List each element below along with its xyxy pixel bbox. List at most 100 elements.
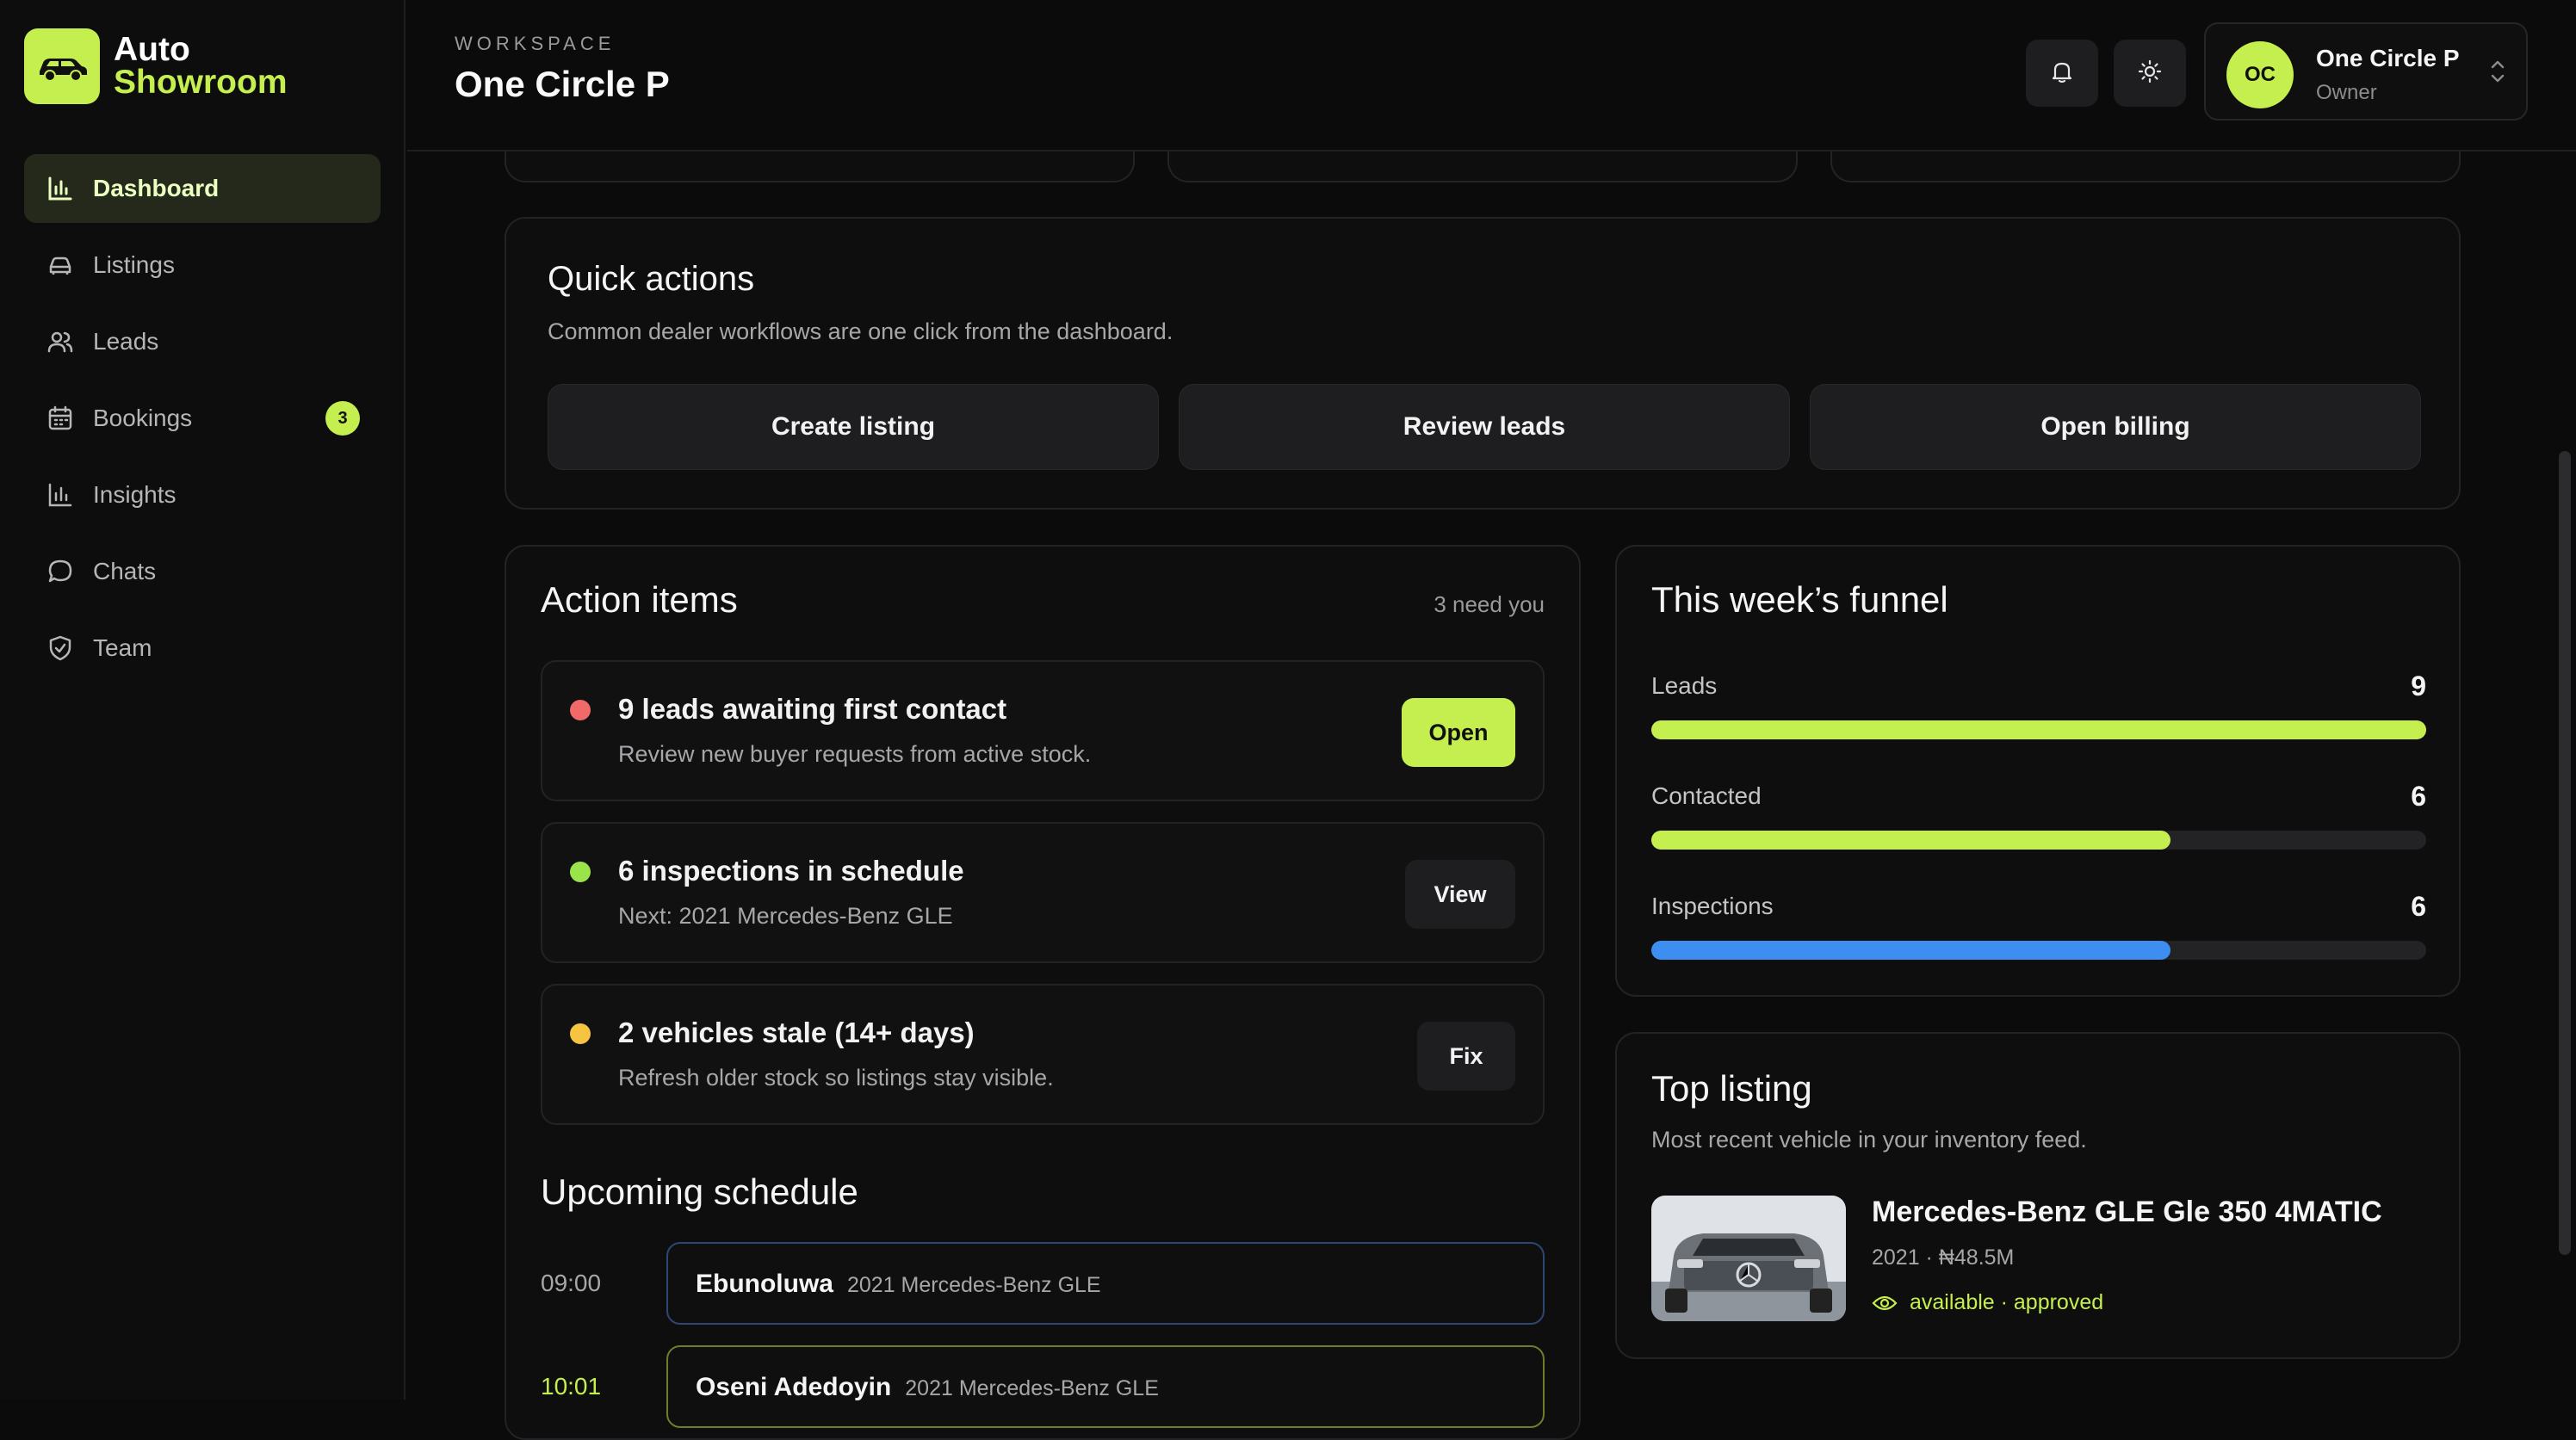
user-name: One Circle P (2316, 45, 2460, 71)
quick-actions-card: Quick actions Common dealer workflows ar… (505, 217, 2461, 510)
sidebar-item-label: Bookings (93, 405, 193, 431)
app-logo[interactable]: Auto Showroom (24, 28, 288, 104)
shield-check-icon (45, 633, 76, 664)
sidebar-item-label: Insights (93, 481, 176, 508)
sidebar-item-bookings[interactable]: Bookings 3 (24, 384, 381, 453)
vehicle-name[interactable]: Mercedes-Benz GLE Gle 350 4MATIC (1872, 1196, 2382, 1229)
funnel-label: Inspections (1651, 893, 1774, 919)
status-dot (570, 862, 591, 882)
action-item: 2 vehicles stale (14+ days) Refresh olde… (541, 984, 1545, 1125)
create-listing-button[interactable]: Create listing (548, 384, 1159, 470)
sidebar-item-chats[interactable]: Chats (24, 537, 381, 606)
chevron-up-down-icon (2488, 57, 2507, 90)
top-listing-card: Top listing Most recent vehicle in your … (1615, 1032, 2461, 1359)
bell-icon (2049, 59, 2075, 89)
quick-actions-subtitle: Common dealer workflows are one click fr… (548, 318, 1173, 344)
funnel-bar-track (1651, 941, 2426, 960)
schedule-time: 10:01 (541, 1373, 602, 1400)
car-icon (45, 250, 76, 281)
page-scrollbar[interactable] (2559, 451, 2571, 1255)
schedule-entry[interactable]: Oseni Adedoyin 2021 Mercedes-Benz GLE (666, 1345, 1545, 1428)
schedule-vehicle: 2021 Mercedes-Benz GLE (847, 1273, 1101, 1297)
funnel-value: 6 (2411, 891, 2426, 922)
action-items-card: Action items 3 need you 9 leads awaiting… (505, 545, 1581, 1440)
sidebar-item-label: Leads (93, 328, 159, 355)
action-items-count: 3 need you (1434, 591, 1545, 617)
funnel-label: Contacted (1651, 782, 1762, 809)
vehicle-thumbnail[interactable] (1651, 1196, 1846, 1321)
sidebar-nav: Dashboard Listings Leads Bookings 3 Insi… (24, 154, 381, 690)
top-listing-subtitle: Most recent vehicle in your inventory fe… (1651, 1127, 2087, 1153)
open-button[interactable]: Open (1402, 698, 1515, 767)
funnel-bar-track (1651, 831, 2426, 850)
sidebar-item-team[interactable]: Team (24, 614, 381, 683)
funnel-card: This week’s funnel Leads 9 Contacted 6 I… (1615, 545, 2461, 997)
funnel-row: Inspections 6 (1651, 891, 2426, 960)
funnel-bar-fill (1651, 831, 2170, 850)
funnel-row: Contacted 6 (1651, 781, 2426, 850)
review-leads-button[interactable]: Review leads (1179, 384, 1790, 470)
sidebar-item-listings[interactable]: Listings (24, 231, 381, 300)
upcoming-schedule-title: Upcoming schedule (541, 1171, 858, 1212)
schedule-time: 09:00 (541, 1270, 602, 1296)
funnel-value: 9 (2411, 671, 2426, 701)
sidebar-item-label: Chats (93, 558, 157, 584)
logo-line-1: Auto (114, 31, 190, 68)
sidebar-item-dashboard[interactable]: Dashboard (24, 154, 381, 223)
bookings-count-badge: 3 (325, 401, 360, 436)
sidebar-item-label: Team (93, 634, 152, 661)
funnel-row: Leads 9 (1651, 671, 2426, 739)
action-item-title: 9 leads awaiting first contact (618, 693, 1007, 725)
schedule-customer-name: Oseni Adedoyin (696, 1373, 892, 1401)
vehicle-status: available · approved (1872, 1290, 2103, 1315)
view-button[interactable]: View (1405, 860, 1515, 929)
funnel-bar-fill (1651, 720, 2426, 739)
funnel-title: This week’s funnel (1651, 579, 1948, 620)
sidebar-item-insights[interactable]: Insights (24, 460, 381, 529)
action-item-title: 6 inspections in schedule (618, 855, 964, 887)
calendar-icon (45, 403, 76, 434)
eye-icon (1872, 1294, 1898, 1313)
users-icon (45, 326, 76, 357)
schedule-entry[interactable]: Ebunoluwa 2021 Mercedes-Benz GLE (666, 1242, 1545, 1325)
sun-icon (2137, 59, 2163, 89)
funnel-label: Leads (1651, 672, 1718, 699)
theme-toggle-button[interactable] (2114, 40, 2186, 107)
sidebar-item-label: Listings (93, 251, 175, 278)
quick-actions-title: Quick actions (548, 260, 755, 298)
fix-button[interactable]: Fix (1417, 1022, 1515, 1091)
status-dot (570, 1023, 591, 1044)
action-item: 9 leads awaiting first contact Review ne… (541, 660, 1545, 801)
funnel-bar-fill (1651, 941, 2170, 960)
bar-chart-icon (45, 479, 76, 510)
bar-chart-icon (45, 173, 76, 204)
status-dot (570, 700, 591, 720)
chat-bubble-icon (45, 556, 76, 587)
schedule-vehicle: 2021 Mercedes-Benz GLE (905, 1376, 1159, 1400)
avatar: OC (2226, 41, 2294, 108)
action-items-title: Action items (541, 579, 738, 620)
workspace-name: One Circle P (455, 64, 670, 104)
user-menu[interactable]: OC One Circle P Owner (2204, 22, 2528, 121)
sidebar-item-label: Dashboard (93, 175, 220, 201)
action-item: 6 inspections in schedule Next: 2021 Mer… (541, 822, 1545, 963)
open-billing-button[interactable]: Open billing (1810, 384, 2421, 470)
vehicle-meta: 2021 · ₦48.5M (1872, 1245, 2015, 1270)
funnel-value: 6 (2411, 781, 2426, 812)
action-item-subtitle: Refresh older stock so listings stay vis… (618, 1065, 1054, 1091)
sidebar: Auto Showroom Dashboard Listings Leads B… (0, 0, 406, 1400)
action-item-subtitle: Review new buyer requests from active st… (618, 741, 1092, 767)
vehicle-status-text: available · approved (1910, 1290, 2104, 1314)
schedule-customer-name: Ebunoluwa (696, 1270, 833, 1298)
action-item-title: 2 vehicles stale (14+ days) (618, 1017, 975, 1048)
user-role: Owner (2316, 81, 2377, 104)
car-logo-icon (24, 28, 100, 104)
top-listing-title: Top listing (1651, 1068, 1812, 1109)
action-item-subtitle: Next: 2021 Mercedes-Benz GLE (618, 903, 953, 929)
sidebar-item-leads[interactable]: Leads (24, 307, 381, 376)
funnel-bar-track (1651, 720, 2426, 739)
top-bar: WORKSPACE One Circle P OC One Circle P O… (407, 0, 2576, 151)
workspace-label: WORKSPACE (455, 33, 616, 54)
logo-line-2: Showroom (114, 64, 288, 101)
notifications-button[interactable] (2026, 40, 2098, 107)
